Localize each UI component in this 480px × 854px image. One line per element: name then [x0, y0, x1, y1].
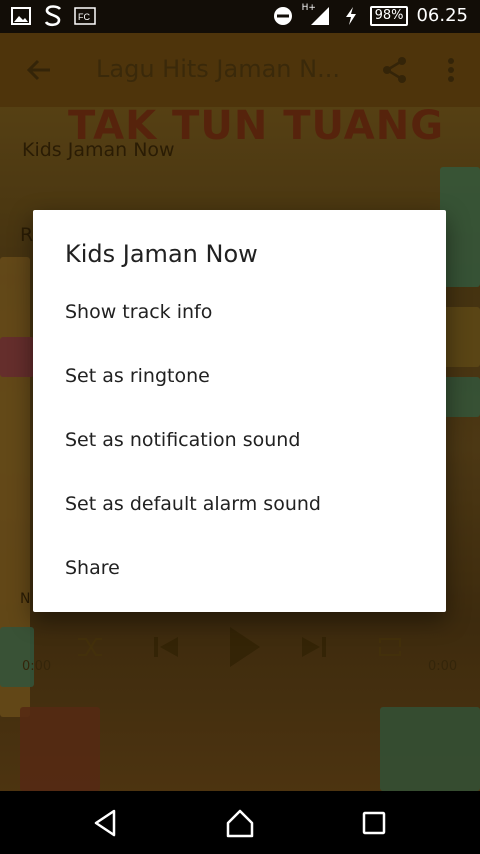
menu-item-set-notification[interactable]: Set as notification sound	[33, 409, 446, 473]
menu-item-label: Share	[65, 557, 120, 579]
clock: 06.25	[416, 5, 468, 26]
dnd-icon	[272, 6, 294, 26]
menu-item-set-ringtone[interactable]: Set as ringtone	[33, 345, 446, 409]
menu-item-label: Set as default alarm sound	[65, 493, 321, 515]
track-options-dialog: Kids Jaman Now Show track info Set as ri…	[33, 210, 446, 612]
menu-item-set-alarm[interactable]: Set as default alarm sound	[33, 473, 446, 537]
battery-icon: 98%	[369, 5, 409, 26]
menu-item-show-track-info[interactable]: Show track info	[33, 281, 446, 345]
back-triangle-icon[interactable]	[88, 805, 124, 841]
home-icon[interactable]	[222, 805, 258, 841]
recents-icon[interactable]	[356, 805, 392, 841]
network-type: H+	[301, 2, 316, 13]
dialog-title: Kids Jaman Now	[65, 240, 258, 268]
menu-item-share[interactable]: Share	[33, 537, 446, 601]
signal-icon: H+	[301, 2, 332, 26]
image-icon	[10, 6, 32, 26]
menu-item-label: Show track info	[65, 301, 213, 323]
status-bar: FC H+ 98% 06.25	[0, 0, 480, 33]
svg-text:FC: FC	[78, 12, 90, 22]
system-nav-bar	[0, 791, 480, 854]
battery-level: 98%	[374, 7, 404, 23]
s-app-icon	[42, 5, 64, 27]
charging-icon	[340, 6, 362, 26]
menu-item-label: Set as ringtone	[65, 365, 210, 387]
menu-item-label: Set as notification sound	[65, 429, 301, 451]
fc-app-icon: FC	[74, 6, 96, 26]
